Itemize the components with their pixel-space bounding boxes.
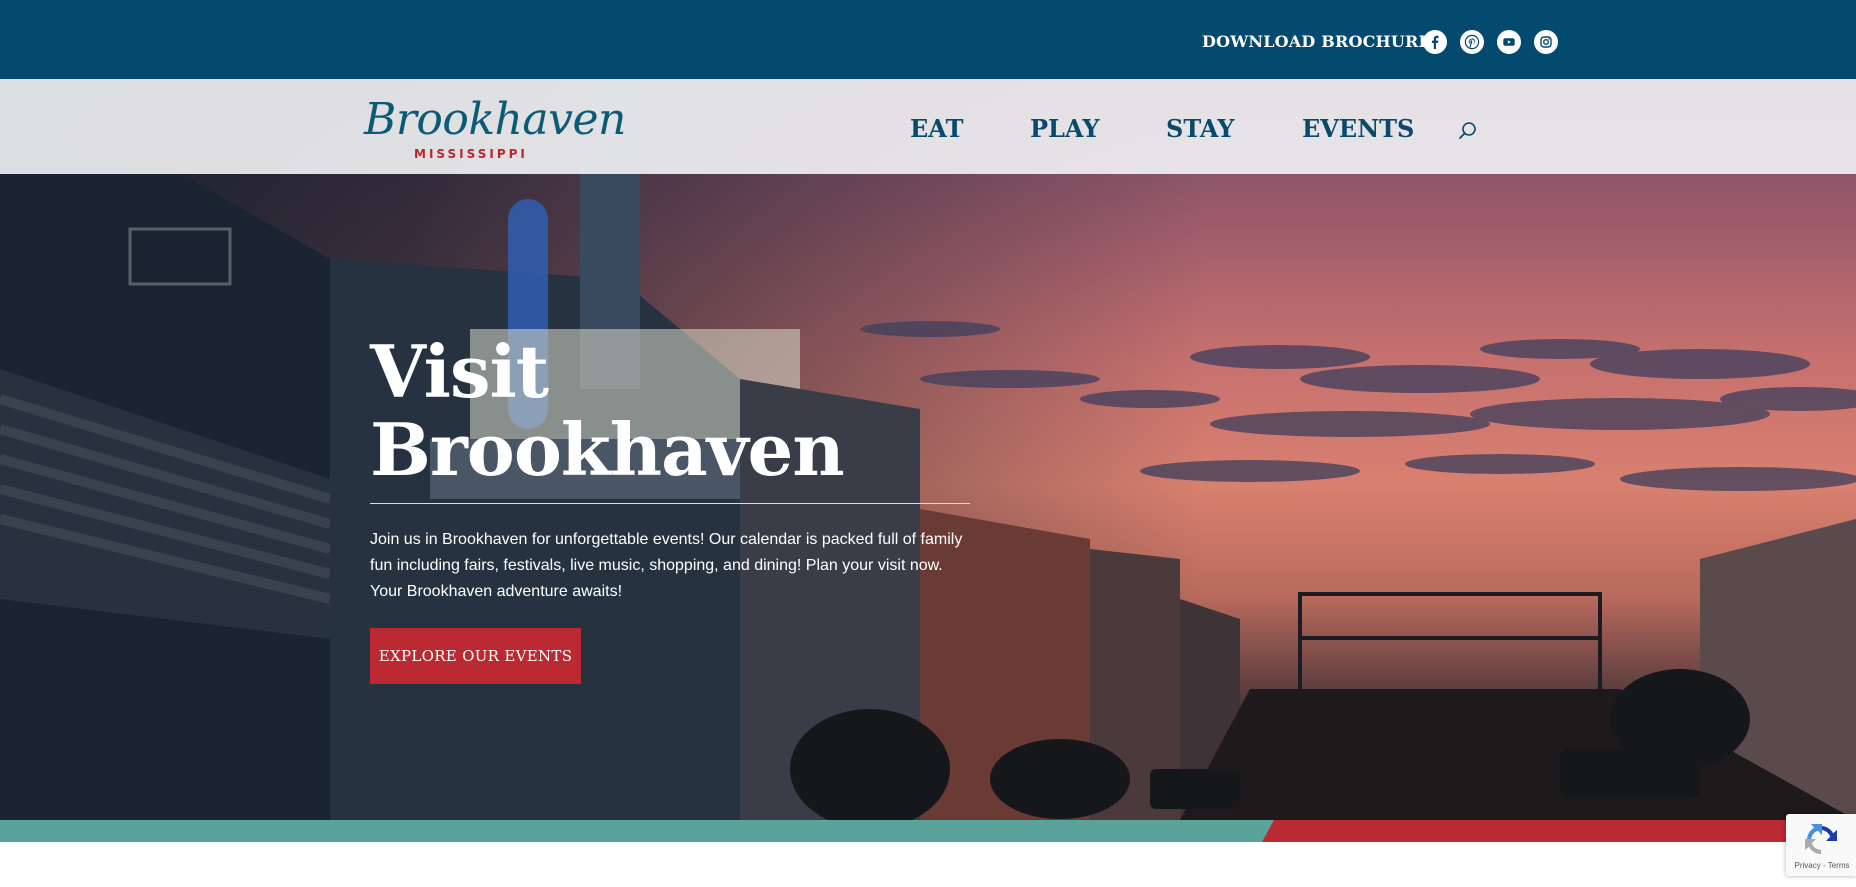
search-icon[interactable] bbox=[1457, 120, 1479, 142]
site-logo-subtitle: MISSISSIPPI bbox=[414, 147, 528, 161]
nav-play[interactable]: PLAY bbox=[1030, 117, 1099, 141]
hero-description: Join us in Brookhaven for unforgettable … bbox=[370, 531, 963, 600]
recaptcha-badge[interactable]: Privacy - Terms bbox=[1786, 814, 1856, 876]
youtube-icon[interactable] bbox=[1497, 30, 1521, 54]
instagram-icon[interactable] bbox=[1534, 30, 1558, 54]
main-nav: Brookhaven MISSISSIPPI EAT PLAY STAY EVE… bbox=[0, 79, 1856, 174]
hero-title: Visit Brookhaven bbox=[370, 333, 970, 489]
page-content-below bbox=[0, 842, 1856, 887]
hero-title-line-1: Visit bbox=[370, 329, 549, 414]
recaptcha-icon bbox=[1805, 824, 1837, 854]
hero-divider bbox=[370, 503, 970, 504]
top-bar: DOWNLOAD BROCHURE bbox=[0, 0, 1856, 79]
explore-events-button[interactable]: EXPLORE OUR EVENTS bbox=[370, 628, 581, 684]
pinterest-icon[interactable] bbox=[1460, 30, 1484, 54]
download-brochure-link[interactable]: DOWNLOAD BROCHURE bbox=[1202, 32, 1431, 51]
nav-eat[interactable]: EAT bbox=[910, 117, 963, 141]
facebook-icon[interactable] bbox=[1423, 30, 1447, 54]
nav-events[interactable]: EVENTS bbox=[1302, 117, 1414, 141]
site-logo[interactable]: Brookhaven bbox=[364, 98, 626, 142]
nav-stay[interactable]: STAY bbox=[1166, 117, 1234, 141]
red-stripe bbox=[1262, 820, 1856, 842]
hero-title-line-2: Brookhaven bbox=[370, 407, 845, 492]
recaptcha-footer[interactable]: Privacy - Terms bbox=[1792, 861, 1852, 870]
